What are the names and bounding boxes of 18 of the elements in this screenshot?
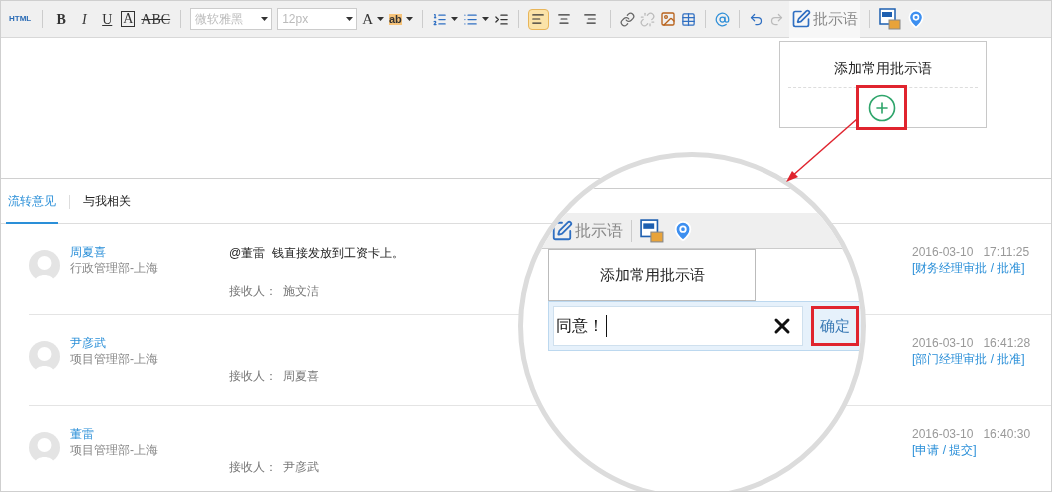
receiver-label: 接收人：	[229, 459, 277, 476]
time-text: 16:41:28	[983, 335, 1031, 351]
receiver-label: 接收人：	[229, 283, 277, 300]
time-text: 17:11:25	[983, 244, 1030, 260]
date-text: 2016-03-10	[912, 335, 974, 351]
date-text: 2016-03-10	[912, 426, 974, 442]
department-text: 行政管理部-上海	[70, 260, 158, 276]
department-text: 项目管理部-上海	[70, 351, 158, 367]
receiver-name: 施文洁	[283, 283, 319, 300]
department-text: 项目管理部-上海	[70, 442, 158, 458]
date-text: 2016-03-10	[912, 244, 974, 260]
receiver-label: 接收人：	[229, 368, 277, 385]
time-text: 16:40:30	[983, 426, 1031, 442]
message-text: @董雷 钱直接发放到工资卡上。	[229, 246, 404, 260]
popup-title: 添加常用批示语	[599, 264, 705, 285]
popup-title: 添加常用批示语	[834, 59, 932, 78]
receiver-name: 尹彦武	[283, 459, 319, 476]
receiver-name: 周夏喜	[283, 368, 319, 385]
